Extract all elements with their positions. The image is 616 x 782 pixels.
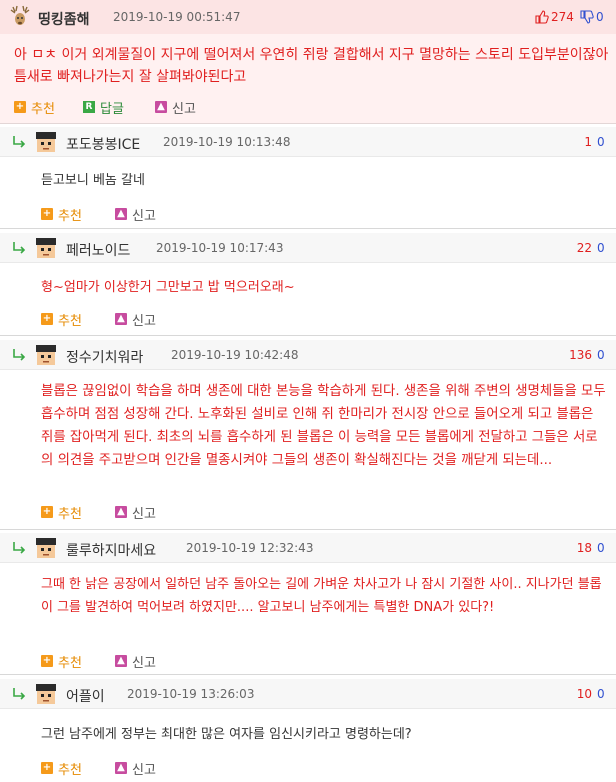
reply-date: 2019-10-19 13:26:03 bbox=[127, 687, 255, 701]
reply-comment-header: 정수기치워라 2019-10-19 10:42:48 136 0 bbox=[0, 340, 616, 370]
best-comment-header: 띵킹좀해 2019-10-19 00:51:47 274 0 bbox=[0, 0, 616, 34]
report-button[interactable]: ▲ 신고 bbox=[115, 311, 156, 329]
reply-label: 답글 bbox=[100, 101, 124, 117]
reply-downvotes[interactable]: 0 bbox=[597, 348, 605, 362]
report-label: 신고 bbox=[132, 762, 156, 778]
plus-icon: + bbox=[41, 655, 53, 667]
report-icon: ▲ bbox=[115, 506, 127, 518]
reply-button[interactable]: R 답글 bbox=[83, 99, 124, 117]
reply-arrow-icon bbox=[13, 349, 26, 361]
reply-comment-header: 어플이 2019-10-19 13:26:03 10 0 bbox=[0, 679, 616, 709]
reply-comment: 룰루하지마세요 2019-10-19 12:32:43 18 0 그때 한 낡은… bbox=[0, 533, 616, 675]
report-button[interactable]: ▲ 신고 bbox=[115, 760, 156, 778]
report-button[interactable]: ▲ 신고 bbox=[155, 99, 196, 117]
reply-date: 2019-10-19 10:17:43 bbox=[156, 241, 284, 255]
reply-arrow-icon bbox=[13, 242, 26, 254]
reply-nickname[interactable]: 페러노이드 bbox=[66, 240, 130, 260]
best-comment-upvotes: 274 bbox=[551, 10, 574, 24]
report-button[interactable]: ▲ 신고 bbox=[115, 504, 156, 522]
reply-upvotes[interactable]: 1 bbox=[552, 135, 592, 149]
reply-nickname[interactable]: 어플이 bbox=[66, 686, 105, 706]
reply-arrow-icon bbox=[13, 688, 26, 700]
thumbs-down-icon[interactable] bbox=[580, 10, 594, 24]
reply-comment: 정수기치워라 2019-10-19 10:42:48 136 0 블롭은 끊임없… bbox=[0, 340, 616, 530]
report-button[interactable]: ▲ 신고 bbox=[115, 653, 156, 671]
report-icon: ▲ bbox=[115, 313, 127, 325]
reply-upvotes[interactable]: 136 bbox=[552, 348, 592, 362]
best-comment-nickname[interactable]: 띵킹좀해 bbox=[38, 9, 90, 29]
recommend-button[interactable]: + 추천 bbox=[14, 99, 55, 117]
plus-icon: + bbox=[41, 506, 53, 518]
report-label: 신고 bbox=[132, 313, 156, 329]
report-icon: ▲ bbox=[115, 762, 127, 774]
reply-comment: 포도봉봉ICE 2019-10-19 10:13:48 1 0 듣고보니 베놈 … bbox=[0, 127, 616, 229]
reply-date: 2019-10-19 10:42:48 bbox=[171, 348, 299, 362]
plus-icon: + bbox=[41, 313, 53, 325]
reply-upvotes[interactable]: 18 bbox=[552, 541, 592, 555]
reply-upvotes[interactable]: 22 bbox=[552, 241, 592, 255]
best-comment-date: 2019-10-19 00:51:47 bbox=[113, 10, 241, 24]
plus-icon: + bbox=[41, 762, 53, 774]
recommend-label: 추천 bbox=[31, 101, 55, 117]
reply-date: 2019-10-19 12:32:43 bbox=[186, 541, 314, 555]
report-label: 신고 bbox=[132, 655, 156, 671]
reply-nickname[interactable]: 룰루하지마세요 bbox=[66, 540, 156, 560]
reply-downvotes[interactable]: 0 bbox=[597, 687, 605, 701]
report-label: 신고 bbox=[132, 208, 156, 224]
reply-comment: 페러노이드 2019-10-19 10:17:43 22 0 형~엄마가 이상한… bbox=[0, 233, 616, 336]
recommend-label: 추천 bbox=[58, 313, 82, 329]
reply-comment: 어플이 2019-10-19 13:26:03 10 0 그런 남주에게 정부는… bbox=[0, 679, 616, 782]
reply-downvotes[interactable]: 0 bbox=[597, 541, 605, 555]
reply-downvotes[interactable]: 0 bbox=[597, 135, 605, 149]
reply-comment-header: 페러노이드 2019-10-19 10:17:43 22 0 bbox=[0, 233, 616, 263]
report-label: 신고 bbox=[172, 101, 196, 117]
recommend-button[interactable]: + 추천 bbox=[41, 760, 82, 778]
recommend-label: 추천 bbox=[58, 655, 82, 671]
best-comment-downvotes: 0 bbox=[596, 10, 604, 24]
reply-body: 듣고보니 베놈 갈네 bbox=[41, 173, 145, 188]
reply-nickname[interactable]: 포도봉봉ICE bbox=[66, 134, 140, 154]
reply-arrow-icon bbox=[13, 136, 26, 148]
recommend-button[interactable]: + 추천 bbox=[41, 653, 82, 671]
reply-arrow-icon bbox=[13, 542, 26, 554]
pixel-avatar-icon[interactable] bbox=[34, 536, 58, 560]
best-comment-body: 아 ㅁㅊ 이거 외계물질이 지구에 떨어져서 우연히 쥐랑 결합해서 지구 멸망… bbox=[14, 47, 609, 85]
plus-icon: + bbox=[14, 101, 26, 113]
thumbs-up-icon[interactable] bbox=[535, 10, 549, 24]
best-comment: 띵킹좀해 2019-10-19 00:51:47 274 0 아 ㅁㅊ 이거 외… bbox=[0, 0, 616, 124]
reply-downvotes[interactable]: 0 bbox=[597, 241, 605, 255]
pixel-avatar-icon[interactable] bbox=[34, 682, 58, 706]
report-button[interactable]: ▲ 신고 bbox=[115, 206, 156, 224]
recommend-label: 추천 bbox=[58, 762, 82, 778]
recommend-button[interactable]: + 추천 bbox=[41, 206, 82, 224]
report-icon: ▲ bbox=[115, 208, 127, 220]
pixel-avatar-icon[interactable] bbox=[34, 343, 58, 367]
recommend-label: 추천 bbox=[58, 208, 82, 224]
plus-icon: + bbox=[41, 208, 53, 220]
reply-upvotes[interactable]: 10 bbox=[552, 687, 592, 701]
report-icon: ▲ bbox=[155, 101, 167, 113]
pixel-avatar-icon[interactable] bbox=[34, 130, 58, 154]
reply-body: 그때 한 낡은 공장에서 일하던 남주 돌아오는 길에 가벼운 차사고가 나 잠… bbox=[41, 577, 602, 615]
reply-body: 형~엄마가 이상한거 그만보고 밥 먹으러오래~ bbox=[41, 280, 295, 295]
recommend-button[interactable]: + 추천 bbox=[41, 311, 82, 329]
deer-avatar-icon[interactable] bbox=[8, 5, 32, 29]
recommend-button[interactable]: + 추천 bbox=[41, 504, 82, 522]
report-label: 신고 bbox=[132, 506, 156, 522]
pixel-avatar-icon[interactable] bbox=[34, 236, 58, 260]
reply-comment-header: 룰루하지마세요 2019-10-19 12:32:43 18 0 bbox=[0, 533, 616, 563]
reply-badge-icon: R bbox=[83, 101, 95, 113]
reply-date: 2019-10-19 10:13:48 bbox=[163, 135, 291, 149]
recommend-label: 추천 bbox=[58, 506, 82, 522]
reply-nickname[interactable]: 정수기치워라 bbox=[66, 347, 143, 367]
report-icon: ▲ bbox=[115, 655, 127, 667]
reply-comment-header: 포도봉봉ICE 2019-10-19 10:13:48 1 0 bbox=[0, 127, 616, 157]
reply-body: 블롭은 끊임없이 학습을 하며 생존에 대한 본능을 학습하게 된다. 생존을 … bbox=[41, 384, 606, 468]
reply-body: 그런 남주에게 정부는 최대한 많은 여자를 임신시키라고 명령하는데? bbox=[41, 727, 412, 742]
